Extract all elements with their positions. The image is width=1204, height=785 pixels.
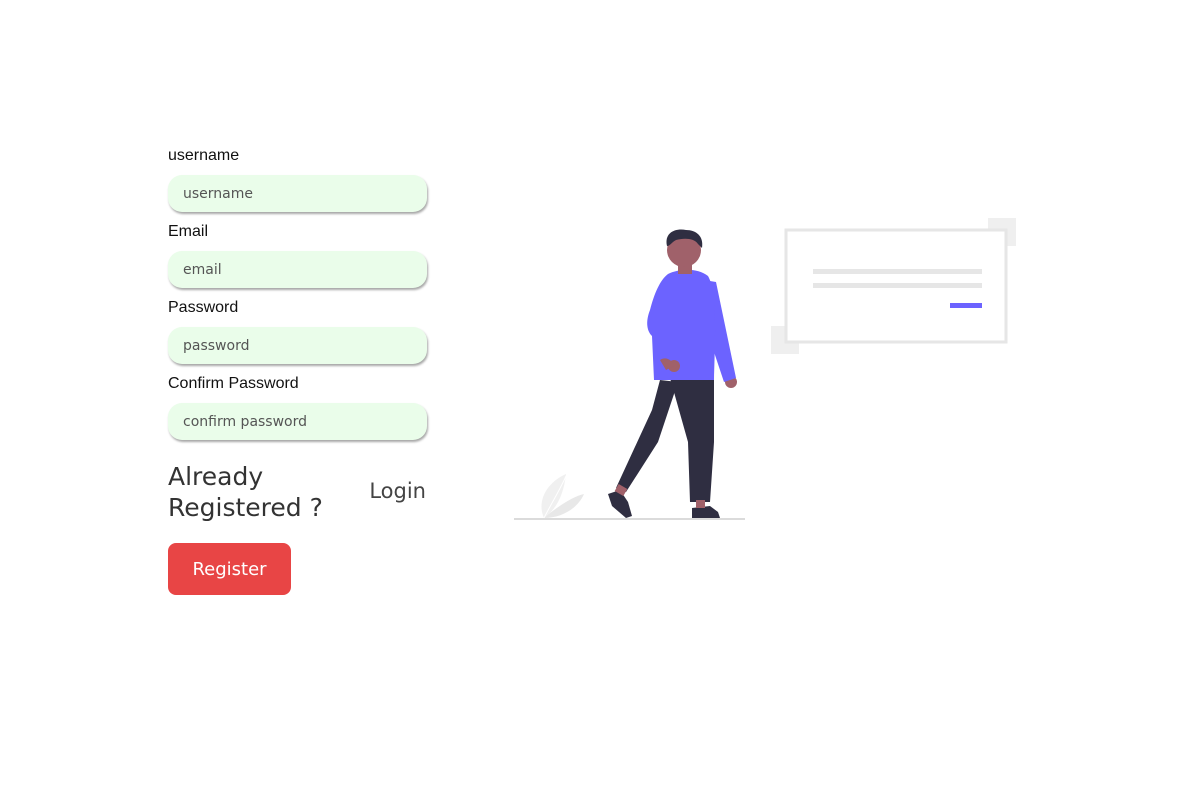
register-button[interactable]: Register [168, 543, 291, 595]
illustration [514, 218, 1016, 520]
username-input[interactable] [168, 175, 427, 212]
message-card-icon [771, 218, 1016, 354]
leaf-plant-icon [541, 474, 584, 519]
confirm-password-input[interactable] [168, 403, 427, 440]
password-label: Password [168, 299, 239, 316]
confirm-password-label: Confirm Password [168, 375, 299, 392]
email-label: Email [168, 223, 209, 240]
person-figure-icon [608, 229, 737, 518]
register-form: username Email Password Confirm Password [168, 145, 430, 449]
register-page: username Email Password Confirm Password… [0, 0, 1204, 785]
already-registered-text: Already Registered ? [168, 462, 323, 522]
password-input[interactable] [168, 327, 427, 364]
username-label: username [168, 147, 240, 164]
login-row: Already Registered ? Login [168, 461, 426, 525]
login-link[interactable]: Login [369, 477, 426, 505]
email-input[interactable] [168, 251, 427, 288]
